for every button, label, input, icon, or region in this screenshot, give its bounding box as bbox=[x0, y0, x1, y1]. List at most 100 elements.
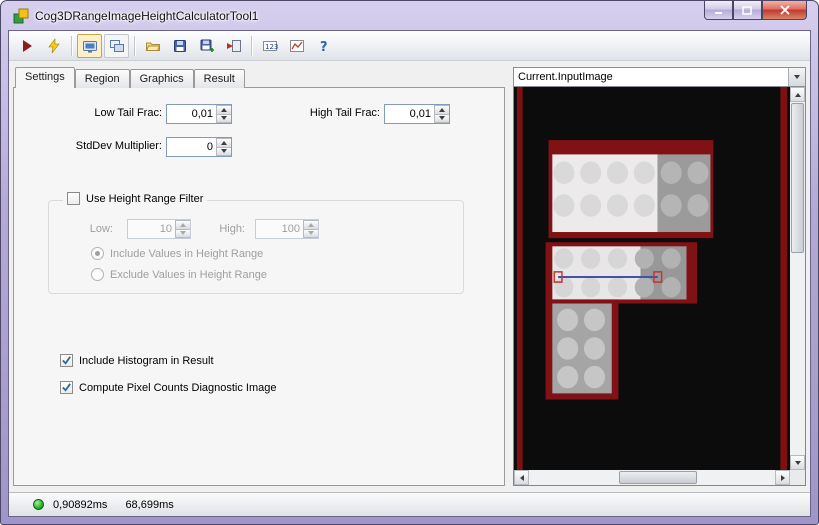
open-button[interactable] bbox=[140, 34, 165, 58]
stddev-multiplier-spinner bbox=[166, 137, 232, 157]
save-button[interactable] bbox=[167, 34, 192, 58]
open-folder-icon bbox=[145, 42, 160, 51]
scroll-down-button[interactable] bbox=[790, 455, 805, 470]
high-tail-frac-input[interactable] bbox=[385, 105, 434, 123]
play-icon bbox=[22, 39, 32, 52]
monitor-stack-icon bbox=[109, 39, 124, 52]
save-results-button[interactable] bbox=[194, 34, 219, 58]
combo-dropdown-button[interactable] bbox=[788, 68, 805, 86]
high-tail-frac-down-button[interactable] bbox=[434, 114, 449, 123]
include-histogram-label: Include Histogram in Result bbox=[79, 354, 214, 367]
image-source-combobox[interactable]: Current.InputImage bbox=[513, 67, 806, 87]
maximize-icon bbox=[742, 5, 752, 15]
scrollbar-corner bbox=[790, 470, 805, 485]
import-icon bbox=[226, 39, 241, 52]
high-spinner bbox=[255, 219, 319, 239]
app-icon bbox=[13, 8, 29, 24]
compute-pixel-counts-checkbox[interactable] bbox=[60, 381, 73, 394]
monitor-icon bbox=[82, 40, 97, 53]
exclude-values-label: Exclude Values in Height Range bbox=[110, 268, 267, 281]
scroll-right-button[interactable] bbox=[775, 470, 790, 485]
minimize-icon bbox=[714, 11, 722, 14]
scroll-left-button[interactable] bbox=[514, 470, 529, 485]
range-image-viewer[interactable] bbox=[513, 87, 806, 486]
svg-text:?: ? bbox=[320, 40, 328, 54]
toolbar: 123 ? bbox=[9, 31, 810, 61]
low-input bbox=[128, 220, 175, 238]
low-spinner bbox=[127, 219, 191, 239]
arrow-up-icon bbox=[794, 92, 801, 97]
minimize-button[interactable] bbox=[704, 1, 733, 20]
compute-pixel-counts-label: Compute Pixel Counts Diagnostic Image bbox=[79, 381, 277, 394]
settings-pane: Settings Region Graphics Result Low Tail… bbox=[13, 67, 505, 486]
low-tail-frac-spinner bbox=[166, 104, 232, 124]
compute-pixel-counts-row: Compute Pixel Counts Diagnostic Image bbox=[60, 381, 276, 394]
electric-run-button[interactable] bbox=[41, 34, 66, 58]
graph-button[interactable] bbox=[284, 34, 309, 58]
low-label: Low: bbox=[89, 223, 113, 235]
display-toggle-button[interactable] bbox=[77, 33, 102, 58]
total-time: 68,699ms bbox=[125, 498, 174, 511]
main-content: Settings Region Graphics Result Low Tail… bbox=[13, 67, 806, 486]
arrow-down-icon bbox=[794, 460, 801, 465]
tab-graphics[interactable]: Graphics bbox=[129, 69, 194, 88]
high-input bbox=[256, 220, 303, 238]
horizontal-scroll-thumb[interactable] bbox=[618, 471, 697, 484]
high-tail-frac-label: High Tail Frac: bbox=[309, 107, 380, 119]
arrow-left-icon bbox=[519, 474, 524, 481]
low-tail-frac-input[interactable] bbox=[167, 105, 216, 123]
high-tail-frac-up-button[interactable] bbox=[434, 105, 449, 115]
high-label: High: bbox=[219, 223, 245, 235]
check-icon bbox=[62, 356, 71, 365]
help-icon: ? bbox=[320, 40, 328, 54]
run-button[interactable] bbox=[14, 34, 39, 58]
exclude-values-radio bbox=[91, 268, 104, 281]
image-source-value: Current.InputImage bbox=[518, 71, 613, 83]
tool-editor-window: Cog3DRangeImageHeightCalculatorTool1 123… bbox=[0, 0, 819, 525]
exclude-values-radio-row: Exclude Values in Height Range bbox=[91, 268, 267, 281]
include-values-label: Include Values in Height Range bbox=[110, 247, 264, 260]
maximize-button[interactable] bbox=[733, 1, 762, 20]
high-up-button bbox=[303, 220, 318, 230]
help-button[interactable]: ? bbox=[311, 34, 336, 58]
window-title: Cog3DRangeImageHeightCalculatorTool1 bbox=[35, 9, 259, 23]
status-indicator-icon bbox=[33, 499, 44, 510]
horizontal-scrollbar[interactable] bbox=[514, 470, 790, 485]
expression-button[interactable]: 123 bbox=[257, 34, 282, 58]
use-height-range-label: Use Height Range Filter bbox=[86, 192, 204, 205]
lightning-icon bbox=[47, 37, 60, 53]
settings-tabpage: Low Tail Frac: High Tail Frac: bbox=[13, 87, 505, 486]
use-height-range-checkbox[interactable] bbox=[67, 192, 80, 205]
low-down-button bbox=[175, 229, 190, 238]
include-values-radio-row: Include Values in Height Range bbox=[91, 247, 263, 260]
stddev-multiplier-input[interactable] bbox=[167, 138, 216, 156]
tab-settings[interactable]: Settings bbox=[15, 67, 75, 88]
include-values-radio bbox=[91, 247, 104, 260]
tab-region[interactable]: Region bbox=[74, 69, 130, 88]
low-up-button bbox=[175, 220, 190, 230]
low-tail-frac-down-button[interactable] bbox=[216, 114, 231, 123]
vertical-scroll-thumb[interactable] bbox=[791, 103, 804, 253]
scroll-up-button[interactable] bbox=[790, 87, 805, 102]
client-area: 123 ? Settings Region Graphics Result Lo… bbox=[9, 31, 810, 516]
stddev-multiplier-up-button[interactable] bbox=[216, 138, 231, 148]
low-tail-frac-up-button[interactable] bbox=[216, 105, 231, 115]
tool-time: 0,90892ms bbox=[53, 498, 108, 511]
vertical-scrollbar[interactable] bbox=[790, 87, 805, 470]
toolbar-separator bbox=[71, 35, 72, 56]
chevron-down-icon bbox=[794, 75, 800, 79]
height-range-filter-group: Use Height Range Filter Low: High: bbox=[48, 192, 464, 294]
include-histogram-checkbox[interactable] bbox=[60, 354, 73, 367]
svg-text:123: 123 bbox=[265, 43, 278, 51]
calculator-123-icon: 123 bbox=[262, 40, 278, 51]
stddev-multiplier-down-button[interactable] bbox=[216, 147, 231, 156]
high-down-button bbox=[303, 229, 318, 238]
titlebar[interactable]: Cog3DRangeImageHeightCalculatorTool1 bbox=[1, 1, 818, 31]
stddev-multiplier-label: StdDev Multiplier: bbox=[75, 140, 162, 152]
import-button[interactable] bbox=[221, 34, 246, 58]
toolbar-separator bbox=[251, 35, 252, 56]
image-pane: Current.InputImage bbox=[513, 67, 806, 486]
close-button[interactable] bbox=[762, 1, 807, 20]
buffer-toggle-button[interactable] bbox=[104, 33, 129, 58]
tab-result[interactable]: Result bbox=[193, 69, 245, 88]
